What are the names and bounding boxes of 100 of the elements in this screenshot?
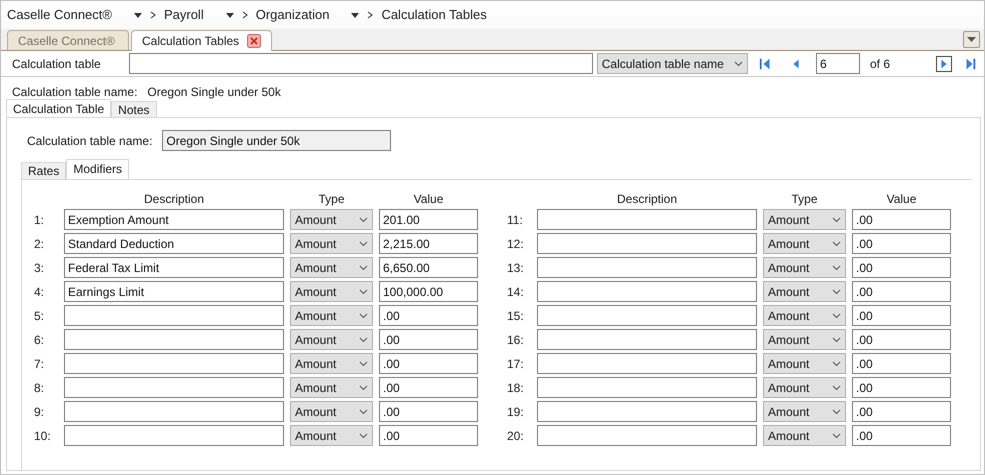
value-field[interactable]: .00 [852, 329, 951, 350]
next-page-icon[interactable] [936, 56, 952, 72]
value-field[interactable]: .00 [379, 425, 478, 446]
close-icon[interactable] [247, 34, 262, 48]
chevron-icon[interactable] [359, 360, 368, 366]
value-field[interactable]: .00 [852, 233, 951, 254]
chevron-icon[interactable] [359, 240, 368, 246]
value-field[interactable]: 6,650.00 [379, 257, 478, 278]
type-select[interactable]: Amount [763, 425, 846, 446]
description-field[interactable] [64, 353, 284, 374]
chevron-icon[interactable] [359, 336, 368, 342]
value-field[interactable]: 2,215.00 [379, 233, 478, 254]
description-field[interactable] [537, 401, 757, 422]
type-select[interactable]: Amount [290, 305, 373, 326]
value-field[interactable]: .00 [852, 257, 951, 278]
type-select[interactable]: Amount [290, 281, 373, 302]
description-field[interactable]: Standard Deduction [64, 233, 284, 254]
document-tab[interactable]: Caselle Connect® [7, 30, 129, 50]
type-select[interactable]: Amount [290, 377, 373, 398]
type-select[interactable]: Amount [763, 401, 846, 422]
value-field[interactable]: .00 [379, 401, 478, 422]
tab[interactable]: Rates [21, 162, 66, 179]
type-select[interactable]: Amount [763, 233, 846, 254]
menu-button[interactable] [963, 31, 980, 48]
description-field[interactable] [64, 377, 284, 398]
chevron-icon[interactable] [832, 288, 841, 294]
value-field[interactable]: .00 [379, 329, 478, 350]
document-tab[interactable]: Calculation Tables [131, 30, 272, 51]
chevron-icon[interactable] [832, 432, 841, 438]
caret-icon[interactable] [226, 12, 234, 18]
page-field[interactable]: 6 [816, 53, 860, 74]
type-select[interactable]: Amount [763, 329, 846, 350]
type-select[interactable]: Amount [763, 305, 846, 326]
search-by-select[interactable]: Calculation table name [596, 53, 748, 74]
tab[interactable]: Modifiers [66, 159, 130, 179]
value-field[interactable]: .00 [852, 209, 951, 230]
chevron-icon[interactable] [832, 360, 841, 366]
type-select[interactable]: Amount [763, 353, 846, 374]
value-field[interactable]: 201.00 [379, 209, 478, 230]
chevron-icon[interactable] [359, 384, 368, 390]
value-field[interactable]: .00 [852, 377, 951, 398]
description-field[interactable] [64, 329, 284, 350]
chevron-icon[interactable] [832, 336, 841, 342]
caret-icon[interactable] [351, 12, 360, 18]
value-field[interactable]: .00 [379, 353, 478, 374]
description-field[interactable] [537, 305, 757, 326]
type-select[interactable]: Amount [290, 257, 373, 278]
description-field[interactable] [64, 425, 284, 446]
value-field[interactable]: .00 [852, 425, 951, 446]
chevron-icon[interactable] [359, 408, 368, 414]
description-field[interactable]: Exemption Amount [64, 209, 284, 230]
breadcrumb-link[interactable]: Caselle Connect® [7, 5, 112, 25]
chevron-icon[interactable] [359, 432, 368, 438]
chevron-icon[interactable] [832, 408, 841, 414]
caret-icon[interactable] [967, 37, 976, 42]
description-field[interactable] [537, 281, 757, 302]
name-field[interactable]: Oregon Single under 50k [162, 130, 392, 151]
tab[interactable]: Notes [111, 101, 157, 117]
description-field[interactable] [537, 209, 757, 230]
tab[interactable]: Calculation Table [6, 99, 112, 117]
breadcrumb-link[interactable]: Organization [256, 5, 330, 25]
chevron-icon[interactable] [359, 312, 368, 318]
caret-icon[interactable] [134, 12, 142, 18]
type-select[interactable]: Amount [763, 377, 846, 398]
value-field[interactable]: .00 [852, 281, 951, 302]
description-field[interactable] [64, 305, 284, 326]
value-field[interactable]: .00 [379, 377, 478, 398]
type-select[interactable]: Amount [290, 233, 373, 254]
description-field[interactable] [537, 353, 757, 374]
value-field[interactable]: .00 [379, 305, 478, 326]
description-field[interactable] [537, 329, 757, 350]
chevron-icon[interactable] [359, 288, 368, 294]
description-field[interactable] [537, 257, 757, 278]
type-select[interactable]: Amount [290, 353, 373, 374]
type-select[interactable]: Amount [763, 209, 846, 230]
chevron-icon[interactable] [734, 60, 743, 66]
type-select[interactable]: Amount [763, 257, 846, 278]
description-field[interactable]: Earnings Limit [64, 281, 284, 302]
chevron-icon[interactable] [832, 216, 841, 222]
value-field[interactable]: .00 [852, 353, 951, 374]
description-field[interactable] [537, 377, 757, 398]
chevron-icon[interactable] [832, 384, 841, 390]
chevron-icon[interactable] [832, 312, 841, 318]
value-field[interactable]: .00 [852, 305, 951, 326]
chevron-icon[interactable] [359, 264, 368, 270]
breadcrumb-link[interactable]: Payroll [164, 5, 204, 25]
breadcrumb-link[interactable]: Calculation Tables [381, 5, 487, 25]
type-select[interactable]: Amount [290, 209, 373, 230]
chevron-icon[interactable] [359, 216, 368, 222]
description-field[interactable]: Federal Tax Limit [64, 257, 284, 278]
value-field[interactable]: .00 [852, 401, 951, 422]
chevron-icon[interactable] [832, 240, 841, 246]
search-field[interactable] [128, 53, 593, 74]
description-field[interactable] [64, 401, 284, 422]
description-field[interactable] [537, 425, 757, 446]
chevron-icon[interactable] [832, 264, 841, 270]
value-field[interactable]: 100,000.00 [379, 281, 478, 302]
type-select[interactable]: Amount [290, 401, 373, 422]
type-select[interactable]: Amount [290, 425, 373, 446]
description-field[interactable] [537, 233, 757, 254]
